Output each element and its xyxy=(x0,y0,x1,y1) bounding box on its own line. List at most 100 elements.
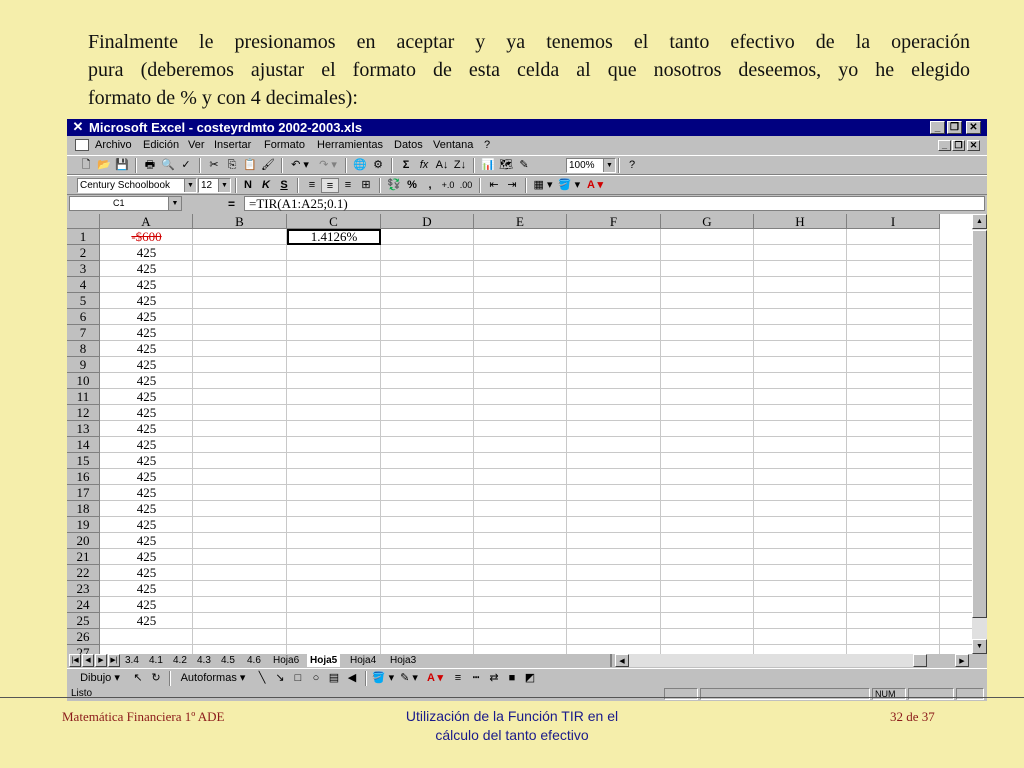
close-button[interactable]: ✕ xyxy=(966,121,981,134)
comma-style-button[interactable]: , xyxy=(421,178,439,193)
menu-archivo[interactable]: Archivo xyxy=(95,139,132,152)
fill-color-icon[interactable]: 🪣 ▾ xyxy=(557,178,581,193)
column-header-c[interactable]: C xyxy=(287,214,381,229)
scroll-right-icon[interactable]: ▶ xyxy=(955,654,969,667)
sort-descending-icon[interactable]: Z↓ xyxy=(451,158,469,173)
paste-icon[interactable]: 📋 xyxy=(241,158,259,173)
currency-icon[interactable]: 💱 xyxy=(385,178,403,193)
cut-icon[interactable]: ✂ xyxy=(205,158,223,173)
cell-a8[interactable]: 425 xyxy=(100,341,193,357)
column-header-d[interactable]: D xyxy=(381,214,474,229)
scroll-down-icon[interactable]: ▼ xyxy=(972,639,987,654)
row-header-18[interactable]: 18 xyxy=(67,501,100,517)
doc-restore-button[interactable]: ❐ xyxy=(952,140,965,151)
sheet-tab-4-6[interactable]: 4.6 xyxy=(247,654,261,667)
cell-a11[interactable]: 425 xyxy=(100,389,193,405)
column-header-h[interactable]: H xyxy=(754,214,847,229)
row-header-9[interactable]: 9 xyxy=(67,357,100,373)
cell-c1-selected[interactable]: 1.4126% xyxy=(287,229,381,245)
sheet-tab-4-5[interactable]: 4.5 xyxy=(221,654,235,667)
cell-a23[interactable]: 425 xyxy=(100,581,193,597)
decrease-decimal-icon[interactable]: .00 xyxy=(457,178,475,193)
arrow-icon[interactable]: ↘ xyxy=(271,671,289,686)
cell-a20[interactable]: 425 xyxy=(100,533,193,549)
cell-a6[interactable]: 425 xyxy=(100,309,193,325)
cell-a4[interactable]: 425 xyxy=(100,277,193,293)
row-header-5[interactable]: 5 xyxy=(67,293,100,309)
wordart-icon[interactable]: ◀ xyxy=(343,671,361,686)
row-header-21[interactable]: 21 xyxy=(67,549,100,565)
column-header-f[interactable]: F xyxy=(567,214,661,229)
menu-formato[interactable]: Formato xyxy=(264,139,305,152)
doc-minimize-button[interactable]: _ xyxy=(938,140,951,151)
cell-a9[interactable]: 425 xyxy=(100,357,193,373)
line-icon[interactable]: ╲ xyxy=(253,671,271,686)
cell-a14[interactable]: 425 xyxy=(100,437,193,453)
column-header-g[interactable]: G xyxy=(661,214,754,229)
row-header-17[interactable]: 17 xyxy=(67,485,100,501)
column-header-b[interactable]: B xyxy=(193,214,287,229)
drawing-icon[interactable]: ✎ xyxy=(515,158,533,173)
zoom-select[interactable]: 100% ▼ xyxy=(566,158,616,173)
cell-a17[interactable]: 425 xyxy=(100,485,193,501)
oval-icon[interactable]: ○ xyxy=(307,671,325,686)
row-header-26[interactable]: 26 xyxy=(67,629,100,645)
align-right-icon[interactable]: ≡ xyxy=(339,178,357,193)
text-box-icon[interactable]: ▤ xyxy=(325,671,343,686)
decrease-indent-icon[interactable]: ⇤ xyxy=(485,178,503,193)
menu-edicion[interactable]: Edición xyxy=(143,139,179,152)
print-preview-icon[interactable]: 🔍 xyxy=(159,158,177,173)
row-header-11[interactable]: 11 xyxy=(67,389,100,405)
chevron-down-icon[interactable]: ▼ xyxy=(603,159,615,172)
cell-a15[interactable]: 425 xyxy=(100,453,193,469)
row-header-19[interactable]: 19 xyxy=(67,517,100,533)
free-rotate-icon[interactable]: ↻ xyxy=(147,671,165,686)
cell-a24[interactable]: 425 xyxy=(100,597,193,613)
spreadsheet-grid[interactable]: A B C D E F G H I 1 2 3 4 5 6 7 8 9 10 11 12 13 14 15 16 17 18 19 20… xyxy=(67,214,972,654)
cell-a5[interactable]: 425 xyxy=(100,293,193,309)
sheet-tab-3-4[interactable]: 3.4 xyxy=(125,654,139,667)
row-header-8[interactable]: 8 xyxy=(67,341,100,357)
3d-icon[interactable]: ◩ xyxy=(521,671,539,686)
minimize-button[interactable]: _ xyxy=(930,121,945,134)
autoshapes-menu-button[interactable]: Autoformas ▾ xyxy=(175,671,251,686)
column-header-a[interactable]: A xyxy=(100,214,193,229)
row-header-1[interactable]: 1 xyxy=(67,229,100,245)
doc-close-button[interactable]: ✕ xyxy=(967,140,980,151)
sheet-tab-4-1[interactable]: 4.1 xyxy=(149,654,163,667)
sheet-tab-hoja6[interactable]: Hoja6 xyxy=(273,654,299,667)
function-icon[interactable]: fx xyxy=(415,158,433,173)
scroll-up-icon[interactable]: ▲ xyxy=(972,214,987,229)
map-icon[interactable]: 🗺 xyxy=(497,158,515,173)
row-header-15[interactable]: 15 xyxy=(67,453,100,469)
row-header-27[interactable]: 27 xyxy=(67,645,100,654)
row-header-16[interactable]: 16 xyxy=(67,469,100,485)
restore-button[interactable]: ❐ xyxy=(947,121,962,134)
formula-equals-button[interactable]: = xyxy=(228,197,235,211)
row-header-10[interactable]: 10 xyxy=(67,373,100,389)
font-size-select[interactable]: 12 ▼ xyxy=(198,178,231,193)
chart-wizard-icon[interactable]: 📊 xyxy=(479,158,497,173)
cell-a25[interactable]: 425 xyxy=(100,613,193,629)
row-header-13[interactable]: 13 xyxy=(67,421,100,437)
row-header-7[interactable]: 7 xyxy=(67,325,100,341)
cell-a12[interactable]: 425 xyxy=(100,405,193,421)
rectangle-icon[interactable]: □ xyxy=(289,671,307,686)
sheet-tab-hoja3[interactable]: Hoja3 xyxy=(390,654,416,667)
increase-indent-icon[interactable]: ⇥ xyxy=(503,178,521,193)
formula-input[interactable]: =TIR(A1:A25;0.1) xyxy=(244,196,985,211)
row-header-12[interactable]: 12 xyxy=(67,405,100,421)
sort-ascending-icon[interactable]: A↓ xyxy=(433,158,451,173)
borders-icon[interactable]: ▦ ▾ xyxy=(531,178,555,193)
cell-a10[interactable]: 425 xyxy=(100,373,193,389)
line-color-icon[interactable]: ✎ ▾ xyxy=(397,671,421,686)
new-icon[interactable]: 🗋 xyxy=(77,158,95,173)
font-name-select[interactable]: Century Schoolbook ▼ xyxy=(77,178,197,193)
next-sheet-icon[interactable]: ▶ xyxy=(95,654,107,667)
menu-herramientas[interactable]: Herramientas xyxy=(317,139,383,152)
row-header-3[interactable]: 3 xyxy=(67,261,100,277)
web-toolbar-icon[interactable]: ⚙ xyxy=(369,158,387,173)
sheet-tab-4-2[interactable]: 4.2 xyxy=(173,654,187,667)
format-painter-icon[interactable]: 🖌 xyxy=(259,158,277,173)
cell-a2[interactable]: 425 xyxy=(100,245,193,261)
